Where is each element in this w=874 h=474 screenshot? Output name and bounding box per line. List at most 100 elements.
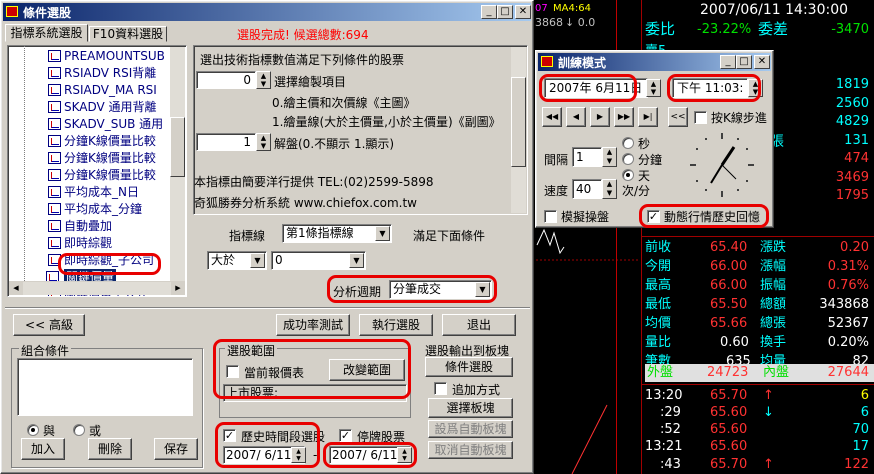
unit-min-radio[interactable] bbox=[622, 153, 634, 165]
param2-spinner[interactable]: ▲ ▼ bbox=[256, 133, 271, 151]
scroll-thumb[interactable] bbox=[511, 77, 526, 167]
tree-item[interactable]: RSIADV_MA RSI bbox=[48, 82, 157, 98]
select-block-button[interactable]: 選擇板塊 bbox=[428, 398, 513, 418]
chevron-down-icon[interactable]: ▼ bbox=[250, 253, 265, 268]
tree-hscrollbar[interactable]: ◀ ▶ bbox=[9, 281, 185, 295]
scroll-thumb[interactable] bbox=[170, 117, 185, 177]
play-button[interactable]: ▶ bbox=[590, 107, 610, 127]
tree-item[interactable]: RSIADV RSI背離 bbox=[48, 65, 156, 81]
indicator-icon bbox=[48, 169, 61, 181]
param1-line2: 1.繪量線(大於主價量,小於主價量)《副圖》 bbox=[272, 115, 501, 129]
tree-item[interactable]: 即時綜觀_子公司 bbox=[48, 252, 154, 268]
tree-item[interactable]: 自動疊加 bbox=[48, 218, 112, 234]
kline-step-checkbox[interactable] bbox=[694, 111, 707, 124]
delete-button[interactable]: 刪除 bbox=[88, 438, 132, 460]
tree-item[interactable]: PREAMOUNTSUB bbox=[48, 48, 165, 64]
indicator-icon bbox=[48, 203, 61, 215]
close-button[interactable]: ✕ bbox=[754, 55, 770, 69]
last-button[interactable]: ▶| bbox=[638, 107, 658, 127]
quote-side-val: 4829 bbox=[835, 114, 869, 129]
indicator-tree[interactable]: PREAMOUNTSUB RSIADV RSI背離 RSIADV_MA RSI … bbox=[7, 45, 187, 297]
minimize-button[interactable]: _ bbox=[481, 5, 497, 19]
cancel-auto-block-button[interactable]: 取消自動板塊 bbox=[428, 441, 513, 459]
run-selection-button[interactable]: 執行選股 bbox=[359, 314, 433, 336]
param1-input[interactable]: 0 bbox=[196, 71, 256, 89]
tree-item-label: SKADV 通用背離 bbox=[64, 100, 157, 114]
tree-item-label: 即時綜觀 bbox=[64, 236, 113, 250]
combo-conditions-list[interactable] bbox=[17, 358, 193, 416]
change-range-button[interactable]: 改變範圍 bbox=[329, 359, 405, 381]
period-select[interactable]: 分筆成交 ▼ bbox=[389, 280, 492, 299]
dynamic-replay-checkbox[interactable]: ✓ bbox=[647, 210, 660, 223]
training-time-spinner[interactable]: ▲ ▼ bbox=[748, 79, 763, 97]
sim-trade-checkbox[interactable] bbox=[544, 210, 557, 223]
quote-row: 前收 65.40 漲跌 0.20 bbox=[645, 238, 874, 257]
weibi-value: -23.22% bbox=[697, 22, 752, 37]
tree-item[interactable]: 即時綜觀 bbox=[48, 235, 113, 251]
compare-select[interactable]: 大於 ▼ bbox=[207, 251, 267, 270]
prev-button[interactable]: ◀ bbox=[566, 107, 586, 127]
threshold-select[interactable]: 0 ▼ bbox=[271, 251, 366, 270]
indicator-icon bbox=[48, 220, 61, 232]
maximize-button[interactable]: □ bbox=[736, 55, 752, 69]
tree-item-label: RSIADV_MA RSI bbox=[64, 83, 157, 97]
first-button[interactable]: ◀◀ bbox=[542, 107, 562, 127]
training-date-value: 2007年 6月11日 bbox=[549, 81, 643, 95]
info-vscrollbar[interactable] bbox=[511, 47, 526, 213]
param2-input[interactable]: 1 bbox=[196, 133, 256, 151]
unit-sec-radio[interactable] bbox=[622, 137, 634, 149]
close-button[interactable]: ✕ bbox=[515, 5, 531, 19]
append-mode-checkbox[interactable] bbox=[434, 382, 447, 395]
scroll-right-arrow[interactable]: ▶ bbox=[171, 282, 185, 295]
tree-item[interactable]: 平均成本_N日 bbox=[48, 184, 139, 200]
history-start-spinner[interactable]: ▲ ▼ bbox=[291, 447, 306, 463]
add-button[interactable]: 加入 bbox=[21, 438, 65, 460]
interval-label: 間隔 bbox=[544, 153, 569, 167]
tab-f10-select[interactable]: F10資料選股 bbox=[89, 26, 167, 42]
chevron-down-icon[interactable]: ▼ bbox=[349, 253, 364, 268]
training-time-field[interactable]: 下午 11:03: bbox=[672, 78, 748, 98]
tree-item[interactable]: SKADV_SUB 通用 bbox=[48, 116, 164, 132]
tree-item[interactable]: SKADV 通用背離 bbox=[48, 99, 157, 115]
speed-input[interactable]: 40 bbox=[572, 179, 602, 199]
minimize-button[interactable]: _ bbox=[720, 55, 736, 69]
param1-spinner[interactable]: ▲ ▼ bbox=[256, 71, 271, 89]
radio-and[interactable] bbox=[27, 424, 39, 436]
interval-input[interactable]: 1 bbox=[572, 147, 602, 167]
training-date-field[interactable]: 2007年 6月11日 bbox=[544, 78, 648, 98]
tree-item[interactable]: 分鐘K線價量比較 bbox=[48, 150, 156, 166]
indicator-icon bbox=[48, 67, 61, 79]
success-rate-test-button[interactable]: 成功率測試 bbox=[276, 314, 350, 336]
next-button[interactable]: ▶▶ bbox=[614, 107, 634, 127]
chevron-down-icon[interactable]: ▼ bbox=[475, 282, 490, 297]
suspended-checkbox[interactable]: ✓ bbox=[339, 429, 352, 442]
condition-select-block-button[interactable]: 條件選股 bbox=[425, 357, 513, 377]
tree-item[interactable]: 分鐘K線價量比較 bbox=[48, 167, 156, 183]
interval-spinner[interactable]: ▲ ▼ bbox=[602, 147, 617, 167]
radio-or[interactable] bbox=[73, 424, 85, 436]
row-label: 最低 bbox=[645, 297, 672, 312]
history-end-spinner[interactable]: ▲ ▼ bbox=[397, 447, 412, 463]
tree-vscrollbar[interactable] bbox=[170, 47, 185, 282]
advanced-button[interactable]: << 高級 bbox=[13, 314, 85, 336]
chevron-down-icon[interactable]: ▼ bbox=[375, 226, 390, 241]
maximize-button[interactable]: □ bbox=[497, 5, 513, 19]
row-label: 均價 bbox=[645, 316, 672, 331]
exit-button[interactable]: 退出 bbox=[442, 314, 516, 336]
set-auto-block-button[interactable]: 設爲自動板塊 bbox=[428, 420, 513, 438]
tab-indicator-select[interactable]: 指標系統選股 bbox=[5, 24, 88, 42]
unit-day-radio[interactable] bbox=[622, 169, 634, 181]
tree-item[interactable]: 平均成本_分鐘 bbox=[48, 201, 142, 217]
history-end-value: 2007/ 6/11 bbox=[332, 448, 398, 462]
quote-row: 量比 0.60 換手 0.20% bbox=[645, 333, 874, 352]
save-button[interactable]: 保存 bbox=[154, 438, 198, 460]
indicator-line-select[interactable]: 第1條指標線 ▼ bbox=[282, 224, 392, 243]
speed-spinner[interactable]: ▲ ▼ bbox=[602, 179, 617, 199]
current-report-checkbox[interactable] bbox=[226, 365, 239, 378]
scroll-left-arrow[interactable]: ◀ bbox=[9, 282, 23, 295]
rewind-button[interactable]: << bbox=[668, 107, 688, 127]
training-date-spinner[interactable]: ▲ ▼ bbox=[646, 79, 661, 97]
tree-item[interactable]: 分鐘K線價量比較 bbox=[48, 133, 156, 149]
history-period-checkbox[interactable]: ✓ bbox=[223, 429, 236, 442]
tree-item-label: SKADV_SUB 通用 bbox=[64, 117, 164, 131]
